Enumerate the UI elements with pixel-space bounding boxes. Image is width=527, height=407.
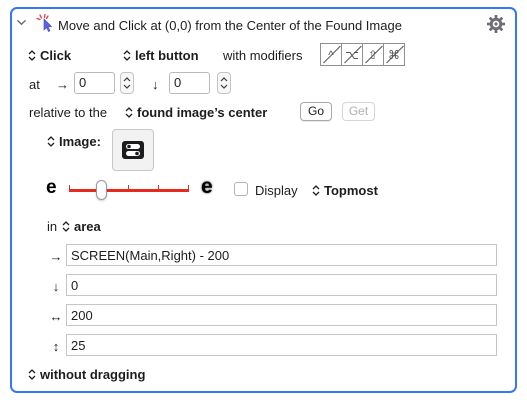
display-label: Display xyxy=(255,183,298,198)
option-modifier-button[interactable]: ⌥ xyxy=(341,43,363,66)
height-arrow-icon: ↕ xyxy=(52,339,60,354)
get-button[interactable]: Get xyxy=(342,102,375,121)
go-button[interactable]: Go xyxy=(300,102,332,121)
y-arrow-icon: ↓ xyxy=(152,77,159,92)
top-arrow-icon: ↓ xyxy=(52,279,60,294)
topmost-label: Topmost xyxy=(324,183,378,198)
control-modifier-button[interactable]: ^ xyxy=(320,43,342,66)
updown-chevron-icon xyxy=(312,185,320,196)
drag-mode-label: without dragging xyxy=(40,367,146,382)
slider-tick xyxy=(69,185,70,192)
command-modifier-button[interactable]: ⌘ xyxy=(383,43,405,66)
shift-modifier-button[interactable]: ⇧ xyxy=(362,43,384,66)
stepper-arrows-icon xyxy=(220,77,228,89)
slider-tick xyxy=(188,185,189,192)
updown-chevron-icon xyxy=(28,369,36,380)
modifiers-label: with modifiers xyxy=(223,48,303,63)
display-mode-popup[interactable]: Topmost xyxy=(312,183,378,198)
toggle-image-icon xyxy=(122,141,144,159)
fuzz-slider-knob[interactable] xyxy=(96,180,107,200)
image-source-popup[interactable]: Image: xyxy=(47,134,101,149)
anchor-popup[interactable]: found image’s center xyxy=(125,105,267,120)
area-mode-label: area xyxy=(74,219,101,234)
area-top-field[interactable]: 0 xyxy=(66,274,497,296)
y-offset-stepper[interactable] xyxy=(217,72,231,94)
updown-chevron-icon xyxy=(62,221,70,232)
relative-label: relative to the xyxy=(29,105,108,120)
left-arrow-icon: → xyxy=(49,249,63,264)
drag-mode-popup[interactable]: without dragging xyxy=(28,367,145,382)
area-width-field[interactable]: 200 xyxy=(66,304,497,326)
updown-chevron-icon xyxy=(28,50,36,61)
cursor-click-icon xyxy=(36,13,53,32)
mouse-button-popup[interactable]: left button xyxy=(123,48,199,63)
precise-match-icon: e xyxy=(46,177,57,198)
chevron-down-icon[interactable] xyxy=(17,18,26,27)
slider-tick xyxy=(158,185,159,192)
action-title: Move and Click at (0,0) from the Center … xyxy=(58,18,402,33)
click-type-popup[interactable]: Click xyxy=(28,48,71,63)
gear-icon[interactable] xyxy=(486,14,506,34)
x-arrow-icon: → xyxy=(56,77,69,92)
slider-tick xyxy=(128,185,129,192)
width-arrow-icon: ↔ xyxy=(49,309,63,324)
area-height-field[interactable]: 25 xyxy=(66,334,497,356)
stepper-arrows-icon xyxy=(123,77,131,89)
updown-chevron-icon xyxy=(125,107,133,118)
image-label: Image: xyxy=(59,134,101,149)
mouse-button-label: left button xyxy=(135,48,199,63)
modifier-keys: ^ ⌥ ⇧ ⌘ xyxy=(320,43,405,66)
y-offset-field[interactable]: 0 xyxy=(169,72,210,94)
fuzz-slider-track[interactable] xyxy=(69,189,189,192)
updown-chevron-icon xyxy=(123,50,131,61)
at-label: at xyxy=(29,77,40,92)
action-panel: Move and Click at (0,0) from the Center … xyxy=(10,7,517,393)
updown-chevron-icon xyxy=(47,136,55,147)
x-offset-stepper[interactable] xyxy=(120,72,134,94)
click-type-label: Click xyxy=(40,48,72,63)
fuzzy-match-icon: e xyxy=(201,175,213,198)
display-checkbox[interactable] xyxy=(234,182,248,196)
in-label: in xyxy=(47,219,58,234)
area-mode-popup[interactable]: area xyxy=(62,219,101,234)
x-offset-field[interactable]: 0 xyxy=(74,72,115,94)
anchor-label: found image’s center xyxy=(137,105,268,120)
area-left-field[interactable]: SCREEN(Main,Right) - 200 xyxy=(66,244,497,266)
image-well[interactable] xyxy=(112,129,154,171)
